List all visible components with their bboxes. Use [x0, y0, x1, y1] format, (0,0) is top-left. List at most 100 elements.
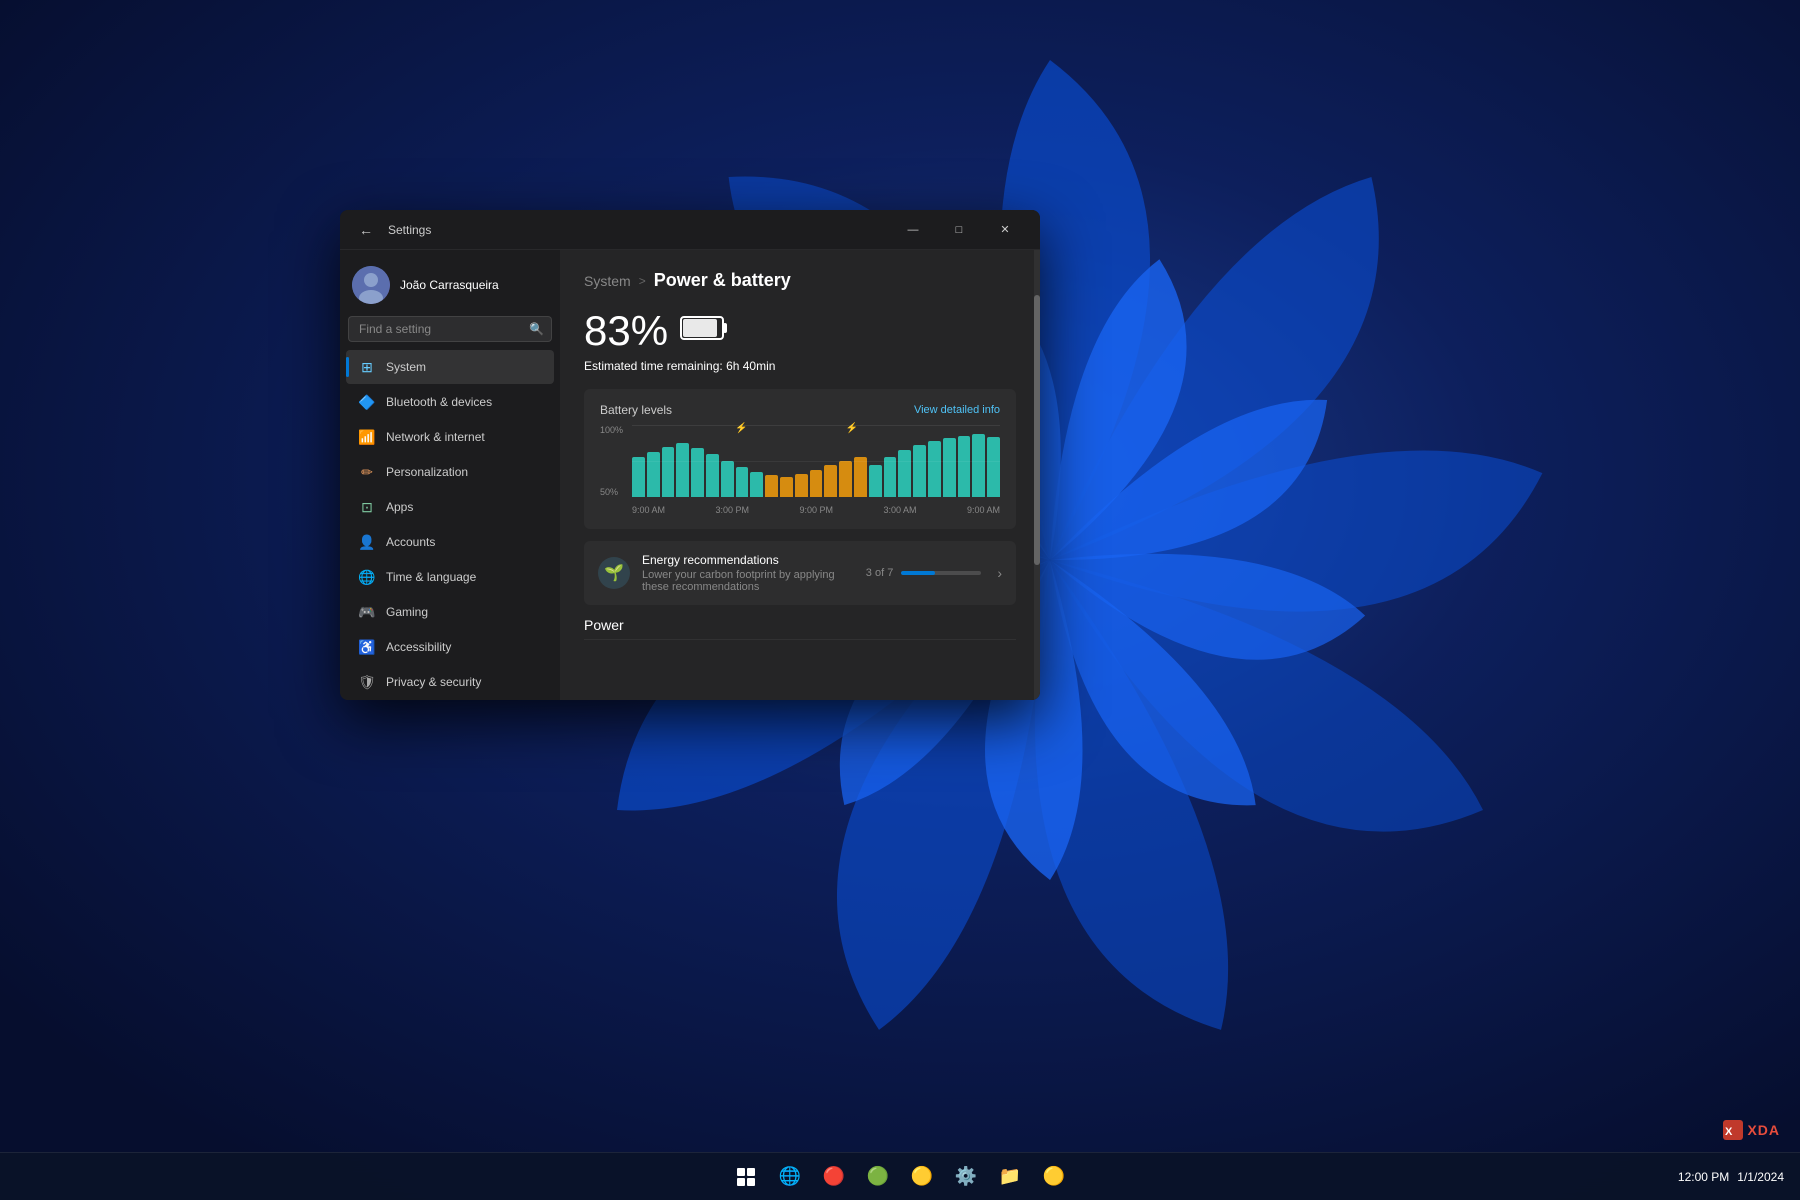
sidebar-label-apps: Apps	[386, 500, 413, 514]
energy-recommendations[interactable]: 🌱 Energy recommendations Lower your carb…	[584, 541, 1016, 605]
bar-9	[765, 475, 778, 497]
window-title: Settings	[388, 223, 890, 237]
maximize-button[interactable]: □	[936, 214, 982, 246]
main-content: System > Power & battery 83% Estimated t…	[560, 250, 1040, 700]
sidebar-item-time[interactable]: 🌐 Time & language	[346, 560, 554, 594]
breadcrumb-separator: >	[639, 274, 646, 288]
close-button[interactable]: ✕	[982, 214, 1028, 246]
bar-12	[810, 470, 823, 497]
bar-1	[647, 452, 660, 497]
taskbar: 🌐 🔴 🟢 🟡 ⚙️ 📁 🟡 12:00 PM 1/1/2024	[0, 1152, 1800, 1200]
scrollbar-thumb[interactable]	[1034, 295, 1040, 565]
start-button[interactable]	[726, 1157, 766, 1197]
settings-window: ← Settings — □ ✕ João Carrasqu	[340, 210, 1040, 700]
bar-15	[854, 457, 867, 497]
power-section-title: Power	[584, 617, 1016, 640]
title-bar: ← Settings — □ ✕	[340, 210, 1040, 250]
bar-2	[662, 447, 675, 497]
user-name: João Carrasqueira	[400, 278, 499, 292]
energy-title: Energy recommendations	[642, 553, 854, 567]
taskbar-app2[interactable]: 🟡	[902, 1157, 942, 1197]
progress-fill	[901, 571, 935, 575]
taskbar-settings[interactable]: ⚙️	[946, 1157, 986, 1197]
breadcrumb-parent[interactable]: System	[584, 273, 631, 289]
energy-progress: 3 of 7	[866, 567, 982, 579]
progress-bar	[901, 571, 981, 575]
bar-10	[780, 477, 793, 497]
accounts-icon: 👤	[358, 533, 376, 551]
chart-title: Battery levels	[600, 403, 672, 417]
bar-4	[691, 448, 704, 497]
sidebar-label-gaming: Gaming	[386, 605, 428, 619]
bar-24	[987, 437, 1000, 497]
bar-7	[736, 467, 749, 497]
taskbar-search[interactable]: 🌐	[770, 1157, 810, 1197]
apps-icon: ⊡	[358, 498, 376, 516]
bar-5	[706, 454, 719, 497]
gaming-icon: 🎮	[358, 603, 376, 621]
navigation: ⊞ System 🔷 Bluetooth & devices 📶 Network…	[340, 350, 560, 700]
bar-21	[943, 438, 956, 497]
avatar	[352, 266, 390, 304]
bar-13	[824, 465, 837, 497]
taskbar-app3[interactable]: 🟡	[1034, 1157, 1074, 1197]
sidebar-label-privacy: Privacy & security	[386, 675, 481, 689]
chart-x-labels: 9:00 AM 3:00 PM 9:00 PM 3:00 AM 9:00 AM	[632, 505, 1000, 515]
taskbar-right: 12:00 PM 1/1/2024	[1678, 1170, 1784, 1184]
bar-11	[795, 474, 808, 497]
xda-badge: X XDA	[1723, 1120, 1780, 1140]
bar-chart	[632, 425, 1000, 497]
breadcrumb-current: Power & battery	[654, 270, 791, 291]
sidebar-item-accessibility[interactable]: ♿ Accessibility	[346, 630, 554, 664]
battery-percentage: 83%	[584, 307, 668, 355]
battery-icon	[680, 314, 728, 349]
taskbar-files[interactable]: 📁	[990, 1157, 1030, 1197]
minimize-button[interactable]: —	[890, 214, 936, 246]
bluetooth-icon: 🔷	[358, 393, 376, 411]
sidebar-item-apps[interactable]: ⊡ Apps	[346, 490, 554, 524]
user-profile[interactable]: João Carrasqueira	[340, 258, 560, 316]
sidebar-label-bluetooth: Bluetooth & devices	[386, 395, 492, 409]
back-button[interactable]: ←	[352, 216, 380, 244]
chevron-right-icon: ›	[997, 565, 1002, 581]
sidebar-item-network[interactable]: 📶 Network & internet	[346, 420, 554, 454]
search-input[interactable]	[348, 316, 552, 342]
sidebar-item-accounts[interactable]: 👤 Accounts	[346, 525, 554, 559]
battery-time: Estimated time remaining: 6h 40min	[584, 359, 1016, 373]
bar-16	[869, 465, 882, 497]
window-controls: — □ ✕	[890, 214, 1028, 246]
bar-22	[958, 436, 971, 497]
view-detailed-link[interactable]: View detailed info	[914, 404, 1000, 416]
energy-icon: 🌱	[598, 557, 630, 589]
bar-17	[884, 457, 897, 497]
bar-19	[913, 445, 926, 497]
taskbar-date: 1/1/2024	[1737, 1170, 1784, 1184]
svg-text:X: X	[1725, 1126, 1733, 1138]
sidebar-item-personalization[interactable]: ✏ Personalization	[346, 455, 554, 489]
bar-6	[721, 461, 734, 497]
bar-20	[928, 441, 941, 497]
breadcrumb: System > Power & battery	[584, 270, 1016, 291]
time-icon: 🌐	[358, 568, 376, 586]
taskbar-browser[interactable]: 🔴	[814, 1157, 854, 1197]
accessibility-icon: ♿	[358, 638, 376, 656]
chart-header: Battery levels View detailed info	[600, 403, 1000, 417]
energy-count: 3 of 7	[866, 567, 894, 579]
system-icon: ⊞	[358, 358, 376, 376]
taskbar-app1[interactable]: 🟢	[858, 1157, 898, 1197]
sidebar-item-gaming[interactable]: 🎮 Gaming	[346, 595, 554, 629]
sidebar-label-time: Time & language	[386, 570, 476, 584]
energy-text: Energy recommendations Lower your carbon…	[642, 553, 854, 593]
battery-header: 83%	[584, 307, 1016, 355]
energy-subtitle: Lower your carbon footprint by applying …	[642, 569, 854, 593]
sidebar-item-system[interactable]: ⊞ System	[346, 350, 554, 384]
bar-0	[632, 457, 645, 497]
y-label-100: 100%	[600, 425, 632, 435]
sidebar-item-bluetooth[interactable]: 🔷 Bluetooth & devices	[346, 385, 554, 419]
sidebar-label-system: System	[386, 360, 426, 374]
sidebar-item-privacy[interactable]: 🛡 Privacy & security	[346, 665, 554, 699]
scrollbar-track[interactable]	[1034, 250, 1040, 700]
search-box: 🔍	[348, 316, 552, 342]
bar-18	[898, 450, 911, 497]
sidebar-label-network: Network & internet	[386, 430, 485, 444]
